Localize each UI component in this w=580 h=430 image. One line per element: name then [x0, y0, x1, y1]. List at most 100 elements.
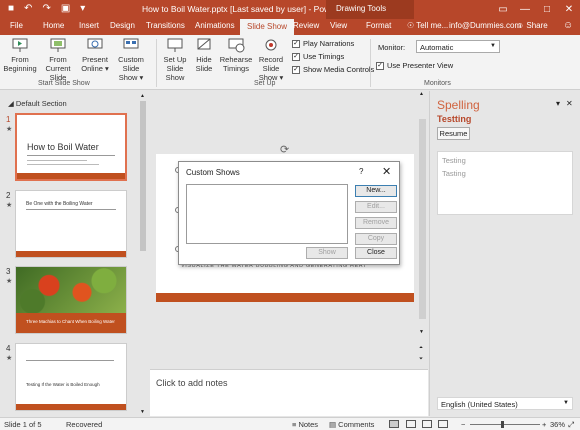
save-icon[interactable]: ■ — [8, 3, 14, 14]
fit-slide-icon[interactable]: ⤢ — [568, 420, 574, 430]
tab-file[interactable]: File — [10, 21, 23, 30]
zoom-level[interactable]: 36% — [550, 420, 565, 429]
tell-me-search[interactable]: ☉ Tell me... — [407, 21, 448, 30]
scroll-down-icon[interactable]: ▼ — [140, 409, 145, 415]
notes-placeholder: Click to add notes — [156, 378, 228, 388]
globe-icon — [87, 38, 103, 49]
pane-options-icon[interactable]: ▾ — [556, 99, 560, 108]
monitor-select[interactable]: Automatic ▼ — [416, 40, 500, 53]
default-section-header[interactable]: ◢ Default Section — [8, 99, 67, 108]
presenter-view-label: Use Presenter View — [387, 61, 454, 70]
share-button[interactable]: ☺ Share — [516, 21, 548, 30]
setup-icon — [167, 38, 183, 52]
zoom-slider[interactable] — [470, 424, 540, 425]
tab-review[interactable]: Review — [293, 21, 319, 30]
tab-transitions[interactable]: Transitions — [146, 21, 185, 30]
dialog-title: Custom Shows — [186, 168, 240, 177]
thumbnails-scrollbar[interactable]: ▲ ▼ — [139, 93, 147, 415]
slide-thumbnail-4[interactable]: Testing If the Water is Boiled Enough — [15, 343, 127, 411]
tab-format[interactable]: Format — [366, 21, 391, 30]
hide-slide-button[interactable]: Hide Slide — [193, 38, 215, 73]
close-window-icon[interactable]: ✕ — [558, 0, 580, 19]
close-icon[interactable]: ✕ — [566, 99, 573, 108]
record-slide-show-button[interactable]: Record Slide Show ▾ — [252, 38, 290, 82]
scrollbar-thumb[interactable] — [419, 119, 426, 319]
scrollbar-thumb[interactable] — [140, 101, 146, 251]
slide-thumbnail-1[interactable]: How to Boil Water — [15, 113, 127, 181]
thumbnail-rule — [27, 164, 99, 165]
ribbon-display-icon[interactable]: ▭ — [492, 0, 514, 19]
rotate-handle-icon[interactable]: ⟳ — [280, 143, 289, 156]
tab-design[interactable]: Design — [110, 21, 135, 30]
new-button[interactable]: New... — [355, 185, 397, 197]
close-icon[interactable]: ✕ — [382, 165, 391, 178]
slide-show-view-icon[interactable] — [438, 420, 448, 428]
notes-pane[interactable]: Click to add notes — [150, 369, 428, 416]
vegetables-image — [16, 267, 126, 313]
rehearse-line2: Timings — [223, 64, 249, 73]
editor-scrollbar[interactable]: ▲ ▼ ⏶ ⏷ — [418, 91, 427, 369]
normal-view-icon[interactable] — [389, 420, 399, 428]
presenter-view-box[interactable]: ✓ — [376, 61, 384, 70]
zoom-out-icon[interactable]: − — [461, 420, 465, 429]
thumbnail-rule — [26, 360, 114, 361]
notes-toggle-button[interactable]: ≡ Notes — [292, 420, 318, 429]
zoom-slider-thumb[interactable] — [501, 421, 504, 428]
window-controls: ▭ — □ ✕ — [492, 0, 580, 19]
customize-qat-icon[interactable]: ▾ — [80, 3, 85, 14]
rehearse-timings-button[interactable]: Rehearse Timings — [219, 38, 253, 73]
projector-current-icon — [50, 38, 66, 52]
tab-home[interactable]: Home — [43, 21, 64, 30]
tab-view[interactable]: View — [330, 21, 347, 30]
undo-icon[interactable]: ↶ — [24, 3, 32, 14]
setup-line2: Slide Show — [165, 64, 185, 82]
start-presentation-icon[interactable]: ▣ — [61, 3, 70, 14]
scroll-up-icon[interactable]: ▲ — [140, 93, 145, 99]
resume-button[interactable]: Resume — [437, 127, 470, 140]
zoom-in-icon[interactable]: + — [542, 420, 546, 429]
reading-view-icon[interactable] — [422, 420, 432, 428]
use-timings-checkbox[interactable]: ✓ Use Timings — [292, 52, 344, 61]
presenter-view-checkbox[interactable]: ✓ Use Presenter View — [376, 61, 453, 70]
help-icon[interactable]: ? — [359, 167, 363, 176]
slide-number-3: 3 — [6, 267, 11, 276]
custom-shows-dialog: Custom Shows ? ✕ New... Edit... Remove C… — [178, 161, 400, 265]
set-up-slide-show-button[interactable]: Set Up Slide Show — [158, 38, 192, 82]
monitor-value: Automatic — [420, 43, 454, 52]
tab-insert[interactable]: Insert — [79, 21, 99, 30]
tab-animations[interactable]: Animations — [195, 21, 235, 30]
slide-sorter-icon[interactable] — [406, 420, 416, 428]
language-select[interactable]: English (United States) ▼ — [437, 397, 573, 410]
present-online-button[interactable]: Present Online ▾ — [81, 38, 109, 73]
comments-toggle-button[interactable]: ▤ Comments — [329, 420, 374, 429]
account-name[interactable]: info@Dummies.com — [449, 21, 521, 30]
previous-slide-icon[interactable]: ⏶ — [419, 345, 423, 351]
suggestions-list[interactable]: Testing Tasting — [437, 151, 573, 215]
custom-slide-show-button[interactable]: Custom Slide Show ▾ — [110, 38, 152, 82]
scroll-down-icon[interactable]: ▼ — [419, 329, 424, 335]
scroll-up-icon[interactable]: ▲ — [419, 91, 424, 97]
use-timings-box[interactable]: ✓ — [292, 52, 300, 61]
from-current-line1: From — [49, 55, 67, 64]
play-narrations-box[interactable]: ✓ — [292, 39, 300, 48]
minimize-icon[interactable]: — — [514, 0, 536, 19]
redo-icon[interactable]: ↷ — [42, 3, 50, 14]
feedback-smiley-icon[interactable]: ☺ — [563, 20, 573, 31]
from-current-slide-button[interactable]: From Current Slide — [37, 38, 79, 82]
play-narrations-checkbox[interactable]: ✓ Play Narrations — [292, 39, 354, 48]
show-media-controls-checkbox[interactable]: ✓ Show Media Controls — [292, 65, 374, 74]
custom-shows-list[interactable] — [186, 184, 348, 244]
from-beginning-button[interactable]: From Beginning — [3, 38, 37, 73]
next-slide-icon[interactable]: ⏷ — [419, 356, 423, 362]
suggestion-item[interactable]: Testing — [442, 156, 466, 165]
slide-thumbnail-3[interactable]: Three Machias to Chant When Boiling Wate… — [15, 266, 127, 334]
ribbon-tabs: File Home Insert Design Transitions Anim… — [0, 19, 580, 35]
suggestion-item[interactable]: Tasting — [442, 169, 466, 178]
maximize-icon[interactable]: □ — [536, 0, 558, 19]
slide-thumbnail-2[interactable]: Be One with the Boiling Water — [15, 190, 127, 258]
copy-button: Copy — [355, 233, 397, 245]
show-media-controls-box[interactable]: ✓ — [292, 65, 300, 74]
close-button[interactable]: Close — [355, 247, 397, 259]
thumbnail-rule — [27, 155, 115, 156]
tab-slide-show[interactable]: Slide Show — [240, 19, 295, 35]
